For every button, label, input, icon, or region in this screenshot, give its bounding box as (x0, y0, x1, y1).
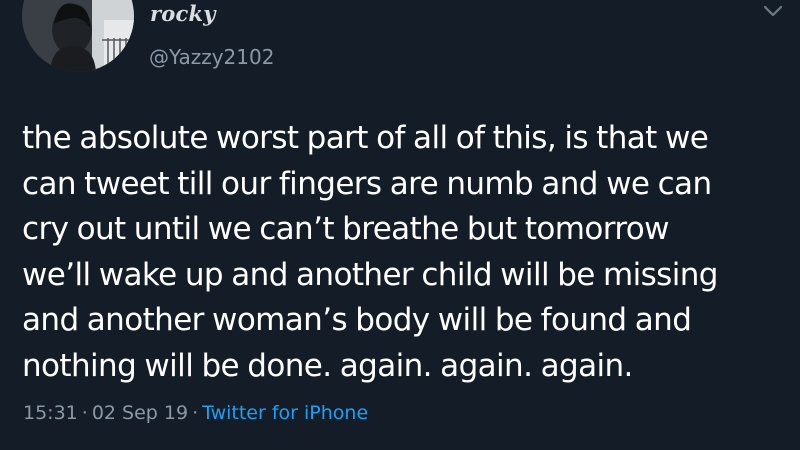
tweet-text-line: cry out until we can’t breathe but tomor… (22, 211, 670, 247)
tweet-text-line: we’ll wake up and another child will be … (22, 256, 718, 293)
chevron-down-icon[interactable] (760, 2, 786, 20)
tweet-meta: 15:31 · 02 Sep 19 · Twitter for iPhone (23, 402, 368, 424)
tweet-text-line: nothing will be done. again. again. agai… (22, 347, 633, 384)
avatar-image (22, 0, 134, 72)
user-handle[interactable]: @Yazzy2102 (149, 45, 274, 69)
tweet-text-line: the absolute worst part of all of this, … (22, 120, 709, 156)
tweet-time[interactable]: 15:31 (23, 402, 78, 424)
tweet-text-line: can tweet till our fingers are numb and … (22, 165, 712, 202)
tweet-text: the absolute worst part of all of this, … (22, 116, 792, 389)
tweet-text-line: and another woman’s body will be found a… (22, 302, 692, 338)
avatar[interactable] (22, 0, 134, 72)
tweet-source-link[interactable]: Twitter for iPhone (202, 402, 368, 424)
tweet-card: rocky @Yazzy2102 the absolute worst part… (0, 0, 800, 450)
display-name[interactable]: rocky (150, 1, 216, 26)
separator-dot: · (192, 402, 199, 424)
tweet-date[interactable]: 02 Sep 19 (92, 402, 188, 424)
separator-dot: · (81, 402, 88, 424)
